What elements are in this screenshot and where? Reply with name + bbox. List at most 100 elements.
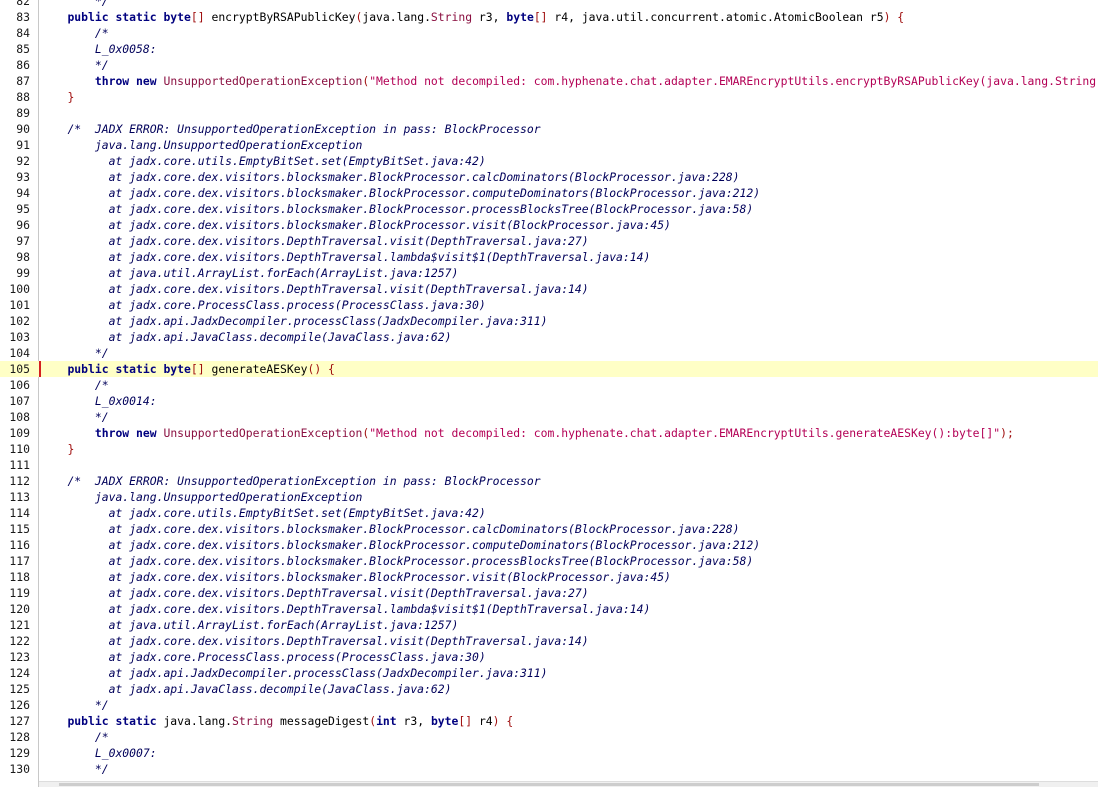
code-token: */ — [94, 346, 109, 360]
code-line[interactable]: 108 */ — [0, 409, 1098, 425]
line-text: at jadx.core.dex.visitors.blocksmaker.Bl… — [40, 169, 740, 185]
code-line[interactable]: 82 */ — [0, 0, 1098, 9]
code-line[interactable]: 123 at jadx.core.ProcessClass.process(Pr… — [0, 649, 1098, 665]
code-line[interactable]: 121 at java.util.ArrayList.forEach(Array… — [0, 617, 1098, 633]
code-line-current[interactable]: 105 public static byte[] generateAESKey(… — [0, 361, 1098, 377]
code-line[interactable]: 94 at jadx.core.dex.visitors.blocksmaker… — [0, 185, 1098, 201]
code-token: throw new — [94, 426, 157, 440]
code-line[interactable]: 102 at jadx.api.JadxDecompiler.processCl… — [0, 313, 1098, 329]
code-line[interactable]: 122 at jadx.core.dex.visitors.DepthTrave… — [0, 633, 1098, 649]
code-line[interactable]: 103 at jadx.api.JavaClass.decompile(Java… — [0, 329, 1098, 345]
code-line[interactable]: 86 */ — [0, 57, 1098, 73]
code-line[interactable]: 117 at jadx.core.dex.visitors.blocksmake… — [0, 553, 1098, 569]
code-line[interactable]: 89 — [0, 105, 1098, 121]
line-text: /* JADX ERROR: UnsupportedOperationExcep… — [40, 121, 540, 137]
line-number: 112 — [9, 474, 30, 488]
line-number: 102 — [9, 314, 30, 328]
code-line[interactable]: 127 public static java.lang.String messa… — [0, 713, 1098, 729]
line-number: 121 — [9, 618, 30, 632]
line-text: at java.util.ArrayList.forEach(ArrayList… — [40, 617, 459, 633]
code-line[interactable]: 95 at jadx.core.dex.visitors.blocksmaker… — [0, 201, 1098, 217]
code-token: [] — [190, 362, 205, 376]
code-token: at jadx.core.dex.visitors.DepthTraversal… — [108, 602, 651, 616]
line-number: 87 — [16, 74, 30, 88]
code-token: at jadx.core.utils.EmptyBitSet.set(Empty… — [108, 154, 486, 168]
code-token: at jadx.core.dex.visitors.blocksmaker.Bl… — [108, 186, 761, 200]
code-line[interactable]: 93 at jadx.core.dex.visitors.blocksmaker… — [0, 169, 1098, 185]
code-line[interactable]: 129 L_0x0007: — [0, 745, 1098, 761]
code-line[interactable]: 101 at jadx.core.ProcessClass.process(Pr… — [0, 297, 1098, 313]
line-text: at jadx.api.JavaClass.decompile(JavaClas… — [40, 329, 452, 345]
code-line[interactable]: 99 at java.util.ArrayList.forEach(ArrayL… — [0, 265, 1098, 281]
code-line[interactable]: 124 at jadx.api.JadxDecompiler.processCl… — [0, 665, 1098, 681]
code-line[interactable]: 106 /* — [0, 377, 1098, 393]
code-line[interactable]: 92 at jadx.core.utils.EmptyBitSet.set(Em… — [0, 153, 1098, 169]
scrollbar-thumb[interactable] — [59, 783, 1039, 786]
code-line[interactable]: 130 */ — [0, 761, 1098, 777]
code-line[interactable]: 107 L_0x0014: — [0, 393, 1098, 409]
code-line[interactable]: 90 /* JADX ERROR: UnsupportedOperationEx… — [0, 121, 1098, 137]
code-token: at jadx.api.JadxDecompiler.processClass(… — [108, 314, 548, 328]
code-line[interactable]: 119 at jadx.core.dex.visitors.DepthTrave… — [0, 585, 1098, 601]
line-text: at jadx.core.dex.visitors.blocksmaker.Bl… — [40, 553, 754, 569]
code-line[interactable]: 88 } — [0, 89, 1098, 105]
line-text: } — [40, 89, 74, 105]
code-token: */ — [94, 0, 109, 8]
code-line[interactable]: 85 L_0x0058: — [0, 41, 1098, 57]
code-line[interactable]: 128 /* — [0, 729, 1098, 745]
line-text: at jadx.core.dex.visitors.DepthTraversal… — [40, 585, 589, 601]
code-token: byte — [430, 714, 459, 728]
code-line[interactable]: 100 at jadx.core.dex.visitors.DepthTrave… — [0, 281, 1098, 297]
code-line[interactable]: 114 at jadx.core.utils.EmptyBitSet.set(E… — [0, 505, 1098, 521]
line-number: 82 — [16, 0, 30, 8]
code-line[interactable]: 87 throw new UnsupportedOperationExcepti… — [0, 73, 1098, 89]
code-token: at jadx.core.utils.EmptyBitSet.set(Empty… — [108, 506, 486, 520]
code-token: at jadx.core.ProcessClass.process(Proces… — [108, 650, 486, 664]
code-token: L_0x0007: — [94, 746, 157, 760]
line-number: 113 — [9, 490, 30, 504]
code-line[interactable]: 98 at jadx.core.dex.visitors.DepthTraver… — [0, 249, 1098, 265]
code-editor[interactable]: 82 */83 public static byte[] encryptByRS… — [0, 0, 1098, 787]
code-line[interactable]: 84 /* — [0, 25, 1098, 41]
code-token: at java.util.ArrayList.forEach(ArrayList… — [108, 266, 459, 280]
code-line[interactable]: 111 — [0, 457, 1098, 473]
code-token: ); — [1000, 426, 1014, 440]
code-line[interactable]: 115 at jadx.core.dex.visitors.blocksmake… — [0, 521, 1098, 537]
code-line[interactable]: 112 /* JADX ERROR: UnsupportedOperationE… — [0, 473, 1098, 489]
line-number: 118 — [9, 570, 30, 584]
code-area[interactable]: 82 */83 public static byte[] encryptByRS… — [0, 0, 1098, 777]
code-token: at jadx.api.JavaClass.decompile(JavaClas… — [108, 330, 452, 344]
line-number: 100 — [9, 282, 30, 296]
line-number: 94 — [16, 186, 30, 200]
code-line[interactable]: 120 at jadx.core.dex.visitors.DepthTrave… — [0, 601, 1098, 617]
code-line[interactable]: 116 at jadx.core.dex.visitors.blocksmake… — [0, 537, 1098, 553]
code-line[interactable]: 118 at jadx.core.dex.visitors.blocksmake… — [0, 569, 1098, 585]
code-line[interactable]: 109 throw new UnsupportedOperationExcept… — [0, 425, 1098, 441]
code-line[interactable]: 110 } — [0, 441, 1098, 457]
line-text: throw new UnsupportedOperationException(… — [40, 73, 1098, 89]
code-line[interactable]: 126 */ — [0, 697, 1098, 713]
code-line[interactable]: 83 public static byte[] encryptByRSAPubl… — [0, 9, 1098, 25]
line-number: 111 — [9, 458, 30, 472]
horizontal-scrollbar[interactable] — [39, 781, 1098, 787]
code-token: at jadx.core.dex.visitors.DepthTraversal… — [108, 282, 589, 296]
code-line[interactable]: 113 java.lang.UnsupportedOperationExcept… — [0, 489, 1098, 505]
code-line[interactable]: 125 at jadx.api.JavaClass.decompile(Java… — [0, 681, 1098, 697]
code-line[interactable]: 97 at jadx.core.dex.visitors.DepthTraver… — [0, 233, 1098, 249]
code-line[interactable]: 104 */ — [0, 345, 1098, 361]
code-line[interactable]: 96 at jadx.core.dex.visitors.blocksmaker… — [0, 217, 1098, 233]
code-token: /* — [94, 378, 109, 392]
line-number: 105 — [9, 362, 30, 376]
code-line[interactable]: 91 java.lang.UnsupportedOperationExcepti… — [0, 137, 1098, 153]
line-text: at jadx.core.utils.EmptyBitSet.set(Empty… — [40, 153, 486, 169]
